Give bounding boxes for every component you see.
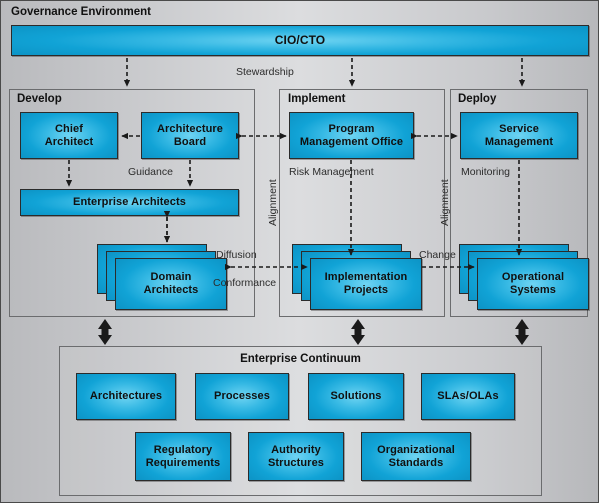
panel-develop-title: Develop bbox=[17, 93, 62, 105]
panel-deploy-title: Deploy bbox=[458, 93, 497, 105]
box-implementation-projects: Implementation Projects bbox=[310, 258, 422, 310]
box-operational-systems: Operational Systems bbox=[477, 258, 589, 310]
service-management-line2: Management bbox=[484, 135, 554, 148]
regulatory-requirements-line1: Regulatory bbox=[153, 443, 213, 456]
domain-architects-line1: Domain bbox=[150, 271, 192, 283]
solutions-label: Solutions bbox=[330, 390, 382, 402]
regulatory-requirements-line2: Requirements bbox=[145, 456, 221, 469]
box-organizational-standards: Organizational Standards bbox=[361, 432, 471, 481]
chief-architect-line1: Chief bbox=[55, 122, 83, 135]
diagram-title: Governance Environment bbox=[11, 6, 151, 18]
governance-environment-diagram: Governance Environment CIO/CTO Stewardsh… bbox=[0, 0, 599, 503]
service-management-line1: Service bbox=[499, 122, 539, 135]
label-diffusion: Diffusion bbox=[216, 249, 257, 261]
arrow-deploy-to-continuum bbox=[515, 319, 529, 345]
box-domain-architects-stack: Domain Architects bbox=[97, 244, 227, 310]
enterprise-architects-label: Enterprise Architects bbox=[73, 196, 186, 208]
box-regulatory-requirements: Regulatory Requirements bbox=[135, 432, 231, 481]
operational-systems-line1: Operational bbox=[501, 271, 565, 283]
label-conformance: Conformance bbox=[213, 277, 277, 289]
slas-olas-label: SLAs/OLAs bbox=[437, 390, 499, 402]
box-solutions: Solutions bbox=[308, 373, 404, 420]
box-implementation-projects-stack: Implementation Projects bbox=[292, 244, 422, 310]
architectures-label: Architectures bbox=[89, 390, 163, 402]
authority-structures-line1: Authority bbox=[271, 443, 321, 456]
chief-architect-line2: Architect bbox=[44, 135, 94, 148]
label-monitoring: Monitoring bbox=[461, 166, 511, 178]
implementation-projects-line1: Implementation bbox=[324, 271, 408, 283]
label-guidance: Guidance bbox=[128, 166, 173, 178]
processes-label: Processes bbox=[214, 390, 270, 402]
box-processes: Processes bbox=[195, 373, 289, 420]
domain-architects-line2: Architects bbox=[143, 284, 199, 296]
arrow-develop-to-continuum bbox=[98, 319, 112, 345]
authority-structures-line2: Structures bbox=[267, 456, 325, 469]
box-operational-systems-stack: Operational Systems bbox=[459, 244, 589, 310]
pmo-line1: Program bbox=[328, 122, 375, 135]
box-slas-olas: SLAs/OLAs bbox=[421, 373, 515, 420]
box-service-management: Service Management bbox=[460, 112, 578, 159]
box-authority-structures: Authority Structures bbox=[248, 432, 344, 481]
implementation-projects-line2: Projects bbox=[343, 284, 389, 296]
box-domain-architects: Domain Architects bbox=[115, 258, 227, 310]
label-alignment-left: Alignment bbox=[267, 179, 279, 226]
organizational-standards-line1: Organizational bbox=[377, 443, 455, 456]
label-stewardship: Stewardship bbox=[236, 66, 294, 78]
architecture-board-line2: Board bbox=[173, 135, 207, 148]
operational-systems-line2: Systems bbox=[510, 284, 556, 296]
box-chief-architect: Chief Architect bbox=[20, 112, 118, 159]
label-change: Change bbox=[419, 249, 456, 261]
cio-cto-banner: CIO/CTO bbox=[11, 25, 589, 56]
label-alignment-right: Alignment bbox=[439, 179, 451, 226]
cio-cto-label: CIO/CTO bbox=[274, 33, 326, 47]
enterprise-continuum-title: Enterprise Continuum bbox=[240, 353, 361, 365]
box-architecture-board: Architecture Board bbox=[141, 112, 239, 159]
label-risk-management: Risk Management bbox=[289, 166, 374, 178]
box-enterprise-architects: Enterprise Architects bbox=[20, 189, 239, 216]
arrow-implement-to-continuum bbox=[351, 319, 365, 345]
box-program-management-office: Program Management Office bbox=[289, 112, 414, 159]
box-architectures: Architectures bbox=[76, 373, 176, 420]
organizational-standards-line2: Standards bbox=[388, 456, 444, 469]
panel-implement-title: Implement bbox=[288, 93, 346, 105]
architecture-board-line1: Architecture bbox=[157, 122, 223, 135]
pmo-line2: Management Office bbox=[299, 135, 404, 148]
